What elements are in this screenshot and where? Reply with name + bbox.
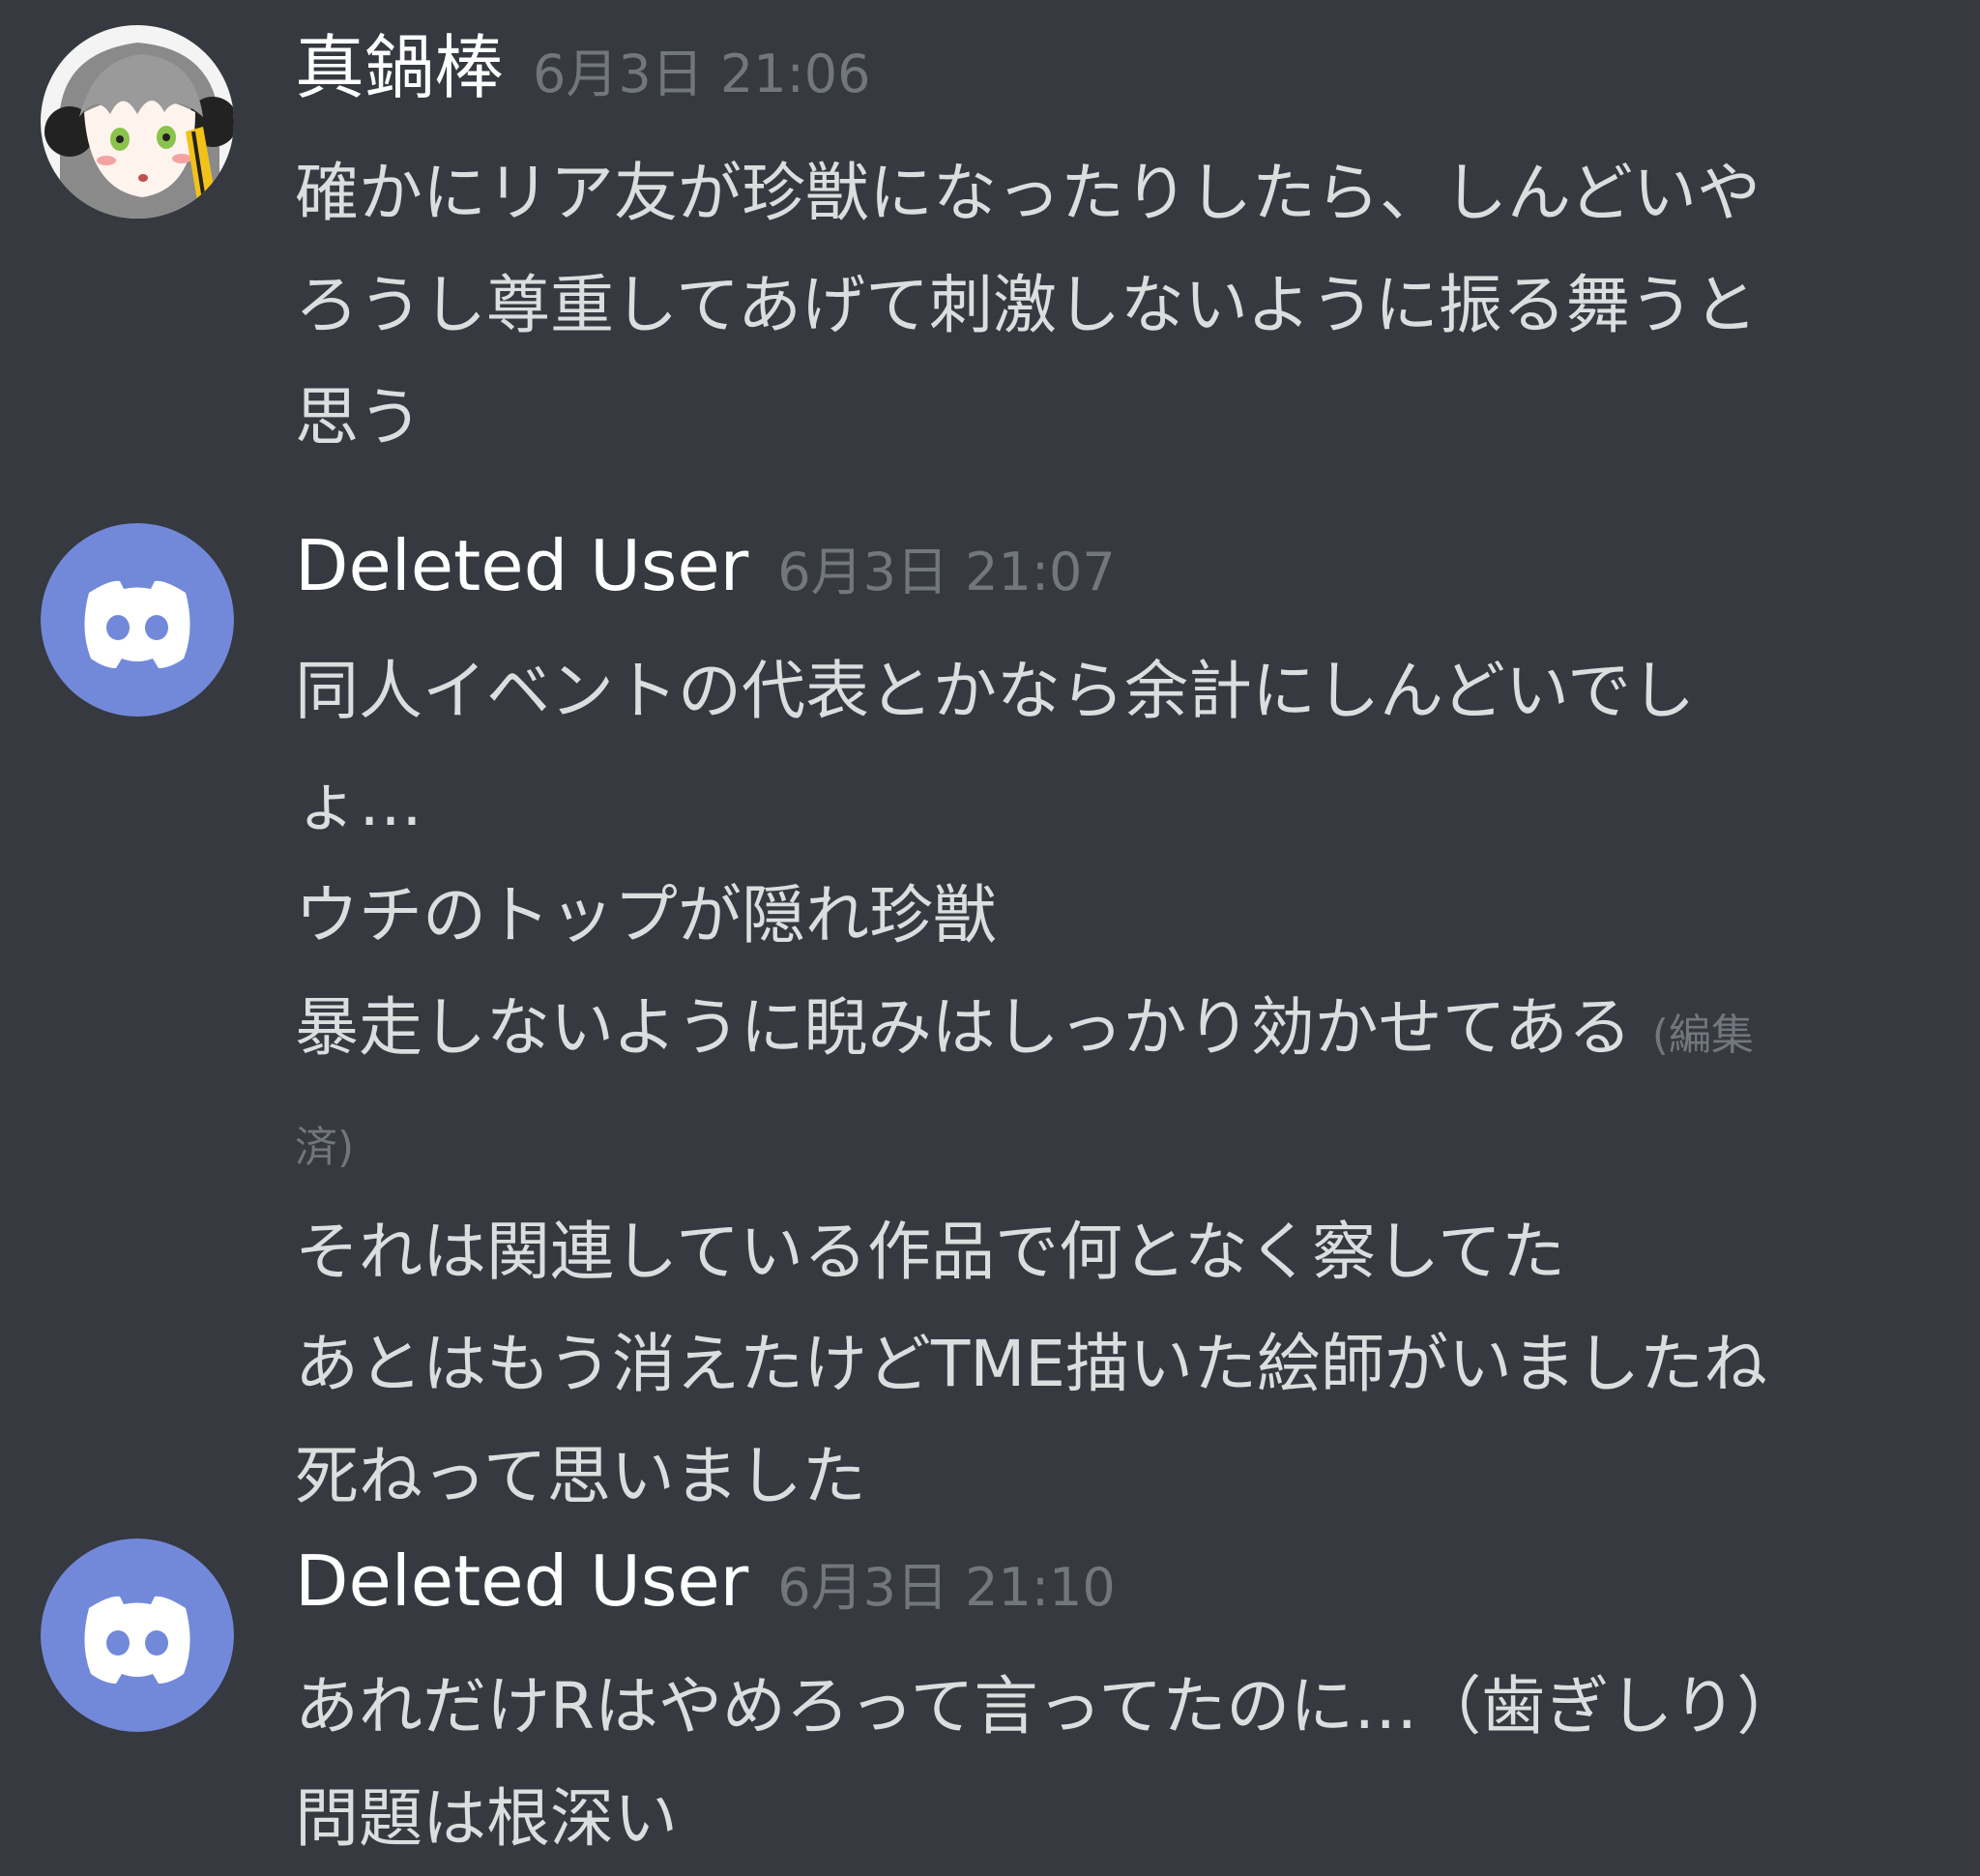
message-body: あれだけRはやめろって言ってたのに…（歯ぎしり） 問題は根深い [295,1651,1919,1875]
username[interactable]: Deleted User [295,1540,748,1622]
timestamp: 6月3日 21:06 [533,44,871,104]
message-3: Deleted User 6月3日 21:10 あれだけRはやめろって言ってたのに… [0,1533,1980,1861]
message-header: Deleted User 6月3日 21:10 [295,1533,1116,1629]
message-line: ろうし尊重してあげて刺激しないように振る舞うと [295,268,1758,342]
edited-label: (編集 [1651,1011,1754,1060]
message-line: ウチのトップが隠れ珍獣 [295,878,997,953]
message-line: 問題は根深い [295,1781,678,1856]
user-avatar-icon[interactable] [41,25,234,219]
message-2: Deleted User 6月3日 21:07 同人イベントの代表とかなら余計にし… [0,517,1980,1513]
message-body: 確かにリア友が珍獣になったりしたら、しんどいや ろうし尊重してあげて刺激しないよ… [295,137,1919,474]
message-line-edited: 暴走しないように睨みはしっかり効かせてある (編集 [295,972,1919,1084]
discord-logo-icon[interactable] [41,523,234,717]
message-header: Deleted User 6月3日 21:07 [295,517,1116,614]
message-line: 死ねって思いました [295,1439,866,1513]
chat-log: 真鍋棒 6月3日 21:06 確かにリア友が珍獣になったりしたら、しんどいや ろう… [0,0,1980,1876]
message-header: 真鍋棒 6月3日 21:06 [295,19,871,116]
message-line: 確かにリア友が珍獣になったりしたら、しんどいや [295,156,1762,230]
message-text: 暴走しないように睨みはしっかり効かせてある [295,990,1632,1065]
message-line: 済) [295,1084,1919,1196]
message-line: それは関連している作品で何となく察してた [295,1215,1566,1289]
username[interactable]: 真鍋棒 [295,27,504,108]
discord-logo-icon[interactable] [41,1539,234,1732]
message-1: 真鍋棒 6月3日 21:06 確かにリア友が珍獣になったりしたら、しんどいや ろう… [0,19,1980,464]
message-line: 同人イベントの代表とかなら余計にしんどいでし [295,654,1696,728]
username[interactable]: Deleted User [295,525,748,606]
message-body: 同人イベントの代表とかなら余計にしんどいでし ょ… ウチのトップが隠れ珍獣 暴走… [295,635,1919,1533]
message-line: ょ… [295,766,422,840]
message-line: 思う [295,380,422,454]
timestamp: 6月3日 21:10 [777,1557,1116,1618]
message-line: あとはもう消えたけどTME描いた絵師がいましたね [295,1327,1767,1401]
edited-label-cont: 済) [295,1123,355,1172]
timestamp: 6月3日 21:07 [777,542,1116,602]
message-line: あれだけRはやめろって言ってたのに…（歯ぎしり） [295,1669,1801,1744]
